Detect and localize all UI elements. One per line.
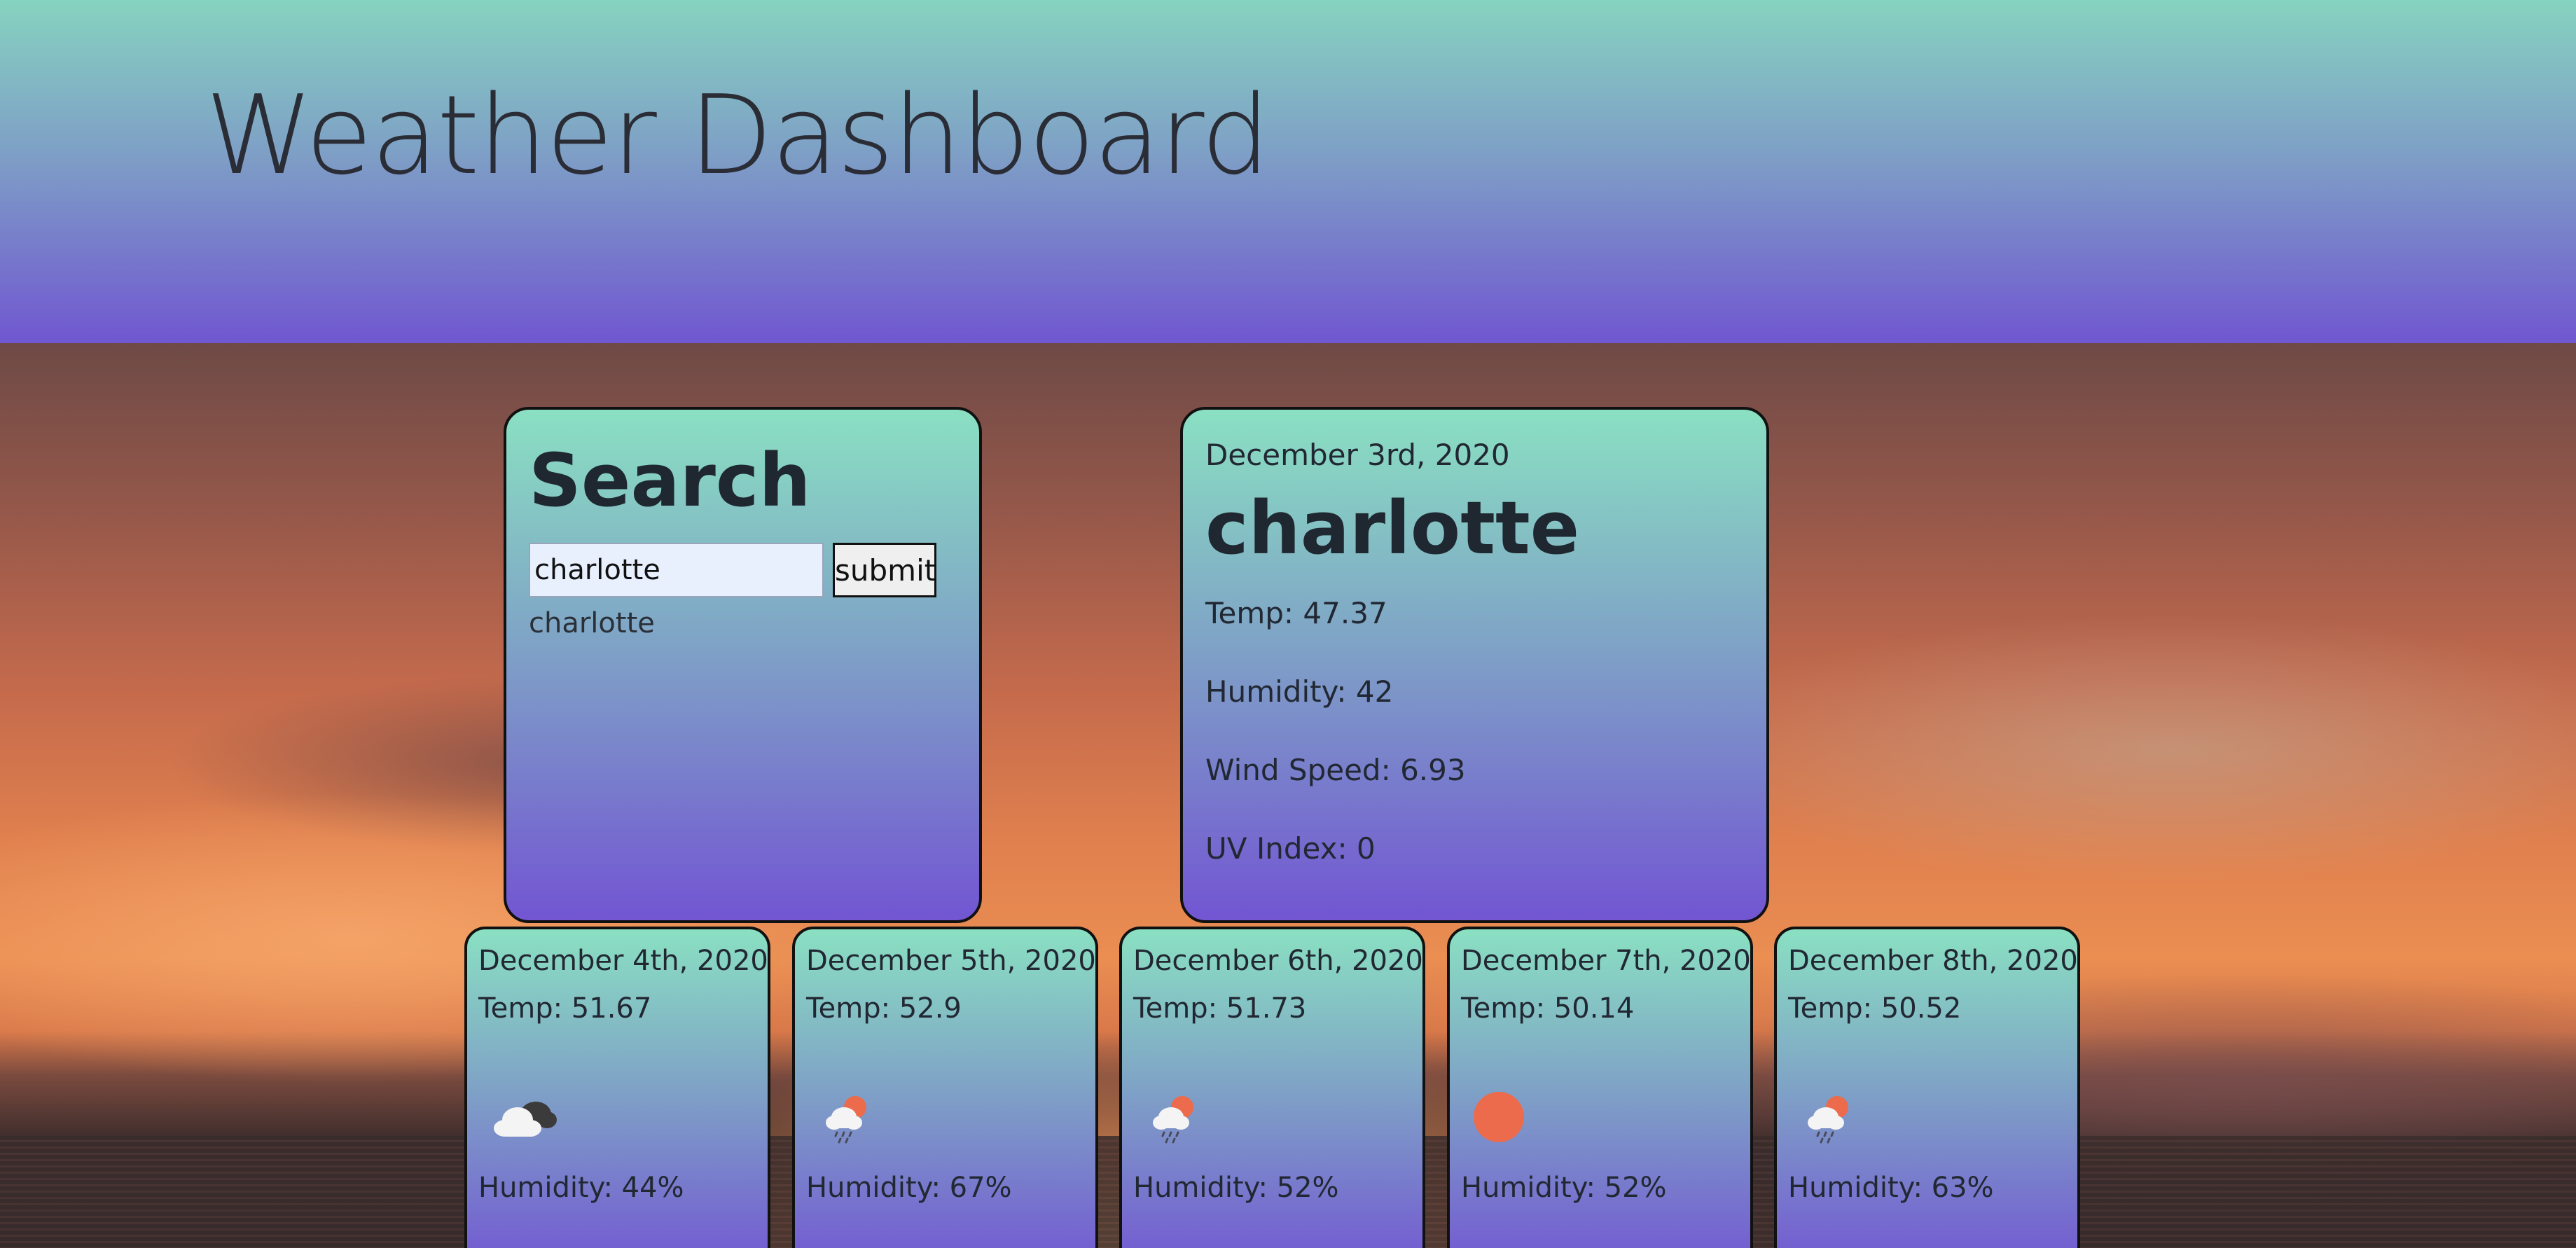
current-temp: Temp: 47.37 [1205, 596, 1387, 630]
forecast-humidity: Humidity: 44% [478, 1172, 684, 1204]
forecast-humidity: Humidity: 52% [1461, 1172, 1667, 1204]
forecast-date: December 8th, 2020 [1788, 945, 2078, 977]
forecast-humidity: Humidity: 52% [1133, 1172, 1339, 1204]
forecast-temp: Temp: 50.14 [1461, 992, 1635, 1025]
forecast-temp: Temp: 51.67 [478, 992, 652, 1025]
search-input[interactable] [529, 543, 824, 597]
rain-sun-icon [1808, 1096, 1848, 1144]
search-card: Search submit charlotte [504, 407, 982, 923]
current-city: charlotte [1205, 485, 1580, 571]
forecast-card: December 4th, 2020 Temp: 51.67 Humidity:… [464, 927, 770, 1248]
current-wind-speed: Wind Speed: 6.93 [1205, 753, 1466, 787]
header: Weather Dashboard [0, 0, 2576, 343]
rain-sun-icon [826, 1096, 866, 1144]
forecast-date: December 4th, 2020 [478, 945, 768, 977]
forecast-temp: Temp: 52.9 [806, 992, 962, 1025]
forecast-humidity: Humidity: 63% [1788, 1172, 1994, 1204]
forecast-card: December 5th, 2020 Temp: 52.9 Humidity: … [792, 927, 1098, 1248]
page-title: Weather Dashboard [205, 71, 1270, 199]
forecast-card: December 8th, 2020 Temp: 50.52 Humidity:… [1774, 927, 2080, 1248]
submit-button[interactable]: submit [833, 543, 936, 597]
forecast-temp: Temp: 51.73 [1133, 992, 1307, 1025]
forecast-date: December 7th, 2020 [1461, 945, 1751, 977]
forecast-date: December 5th, 2020 [806, 945, 1096, 977]
search-history-item[interactable]: charlotte [529, 607, 655, 639]
search-title: Search [529, 438, 811, 523]
rain-sun-icon [1153, 1096, 1193, 1144]
broken-clouds-icon [494, 1102, 557, 1137]
forecast-card: December 7th, 2020 Temp: 50.14 Humidity:… [1447, 927, 1753, 1248]
clear-sun-icon [1474, 1092, 1524, 1142]
forecast-date: December 6th, 2020 [1133, 945, 1423, 977]
current-weather-card: December 3rd, 2020 charlotte Temp: 47.37… [1180, 407, 1769, 923]
forecast-humidity: Humidity: 67% [806, 1172, 1012, 1204]
forecast-temp: Temp: 50.52 [1788, 992, 1962, 1025]
current-uv-index: UV Index: 0 [1205, 831, 1376, 866]
current-humidity: Humidity: 42 [1205, 674, 1394, 709]
current-date: December 3rd, 2020 [1205, 438, 1510, 472]
forecast-card: December 6th, 2020 Temp: 51.73 Humidity:… [1119, 927, 1425, 1248]
